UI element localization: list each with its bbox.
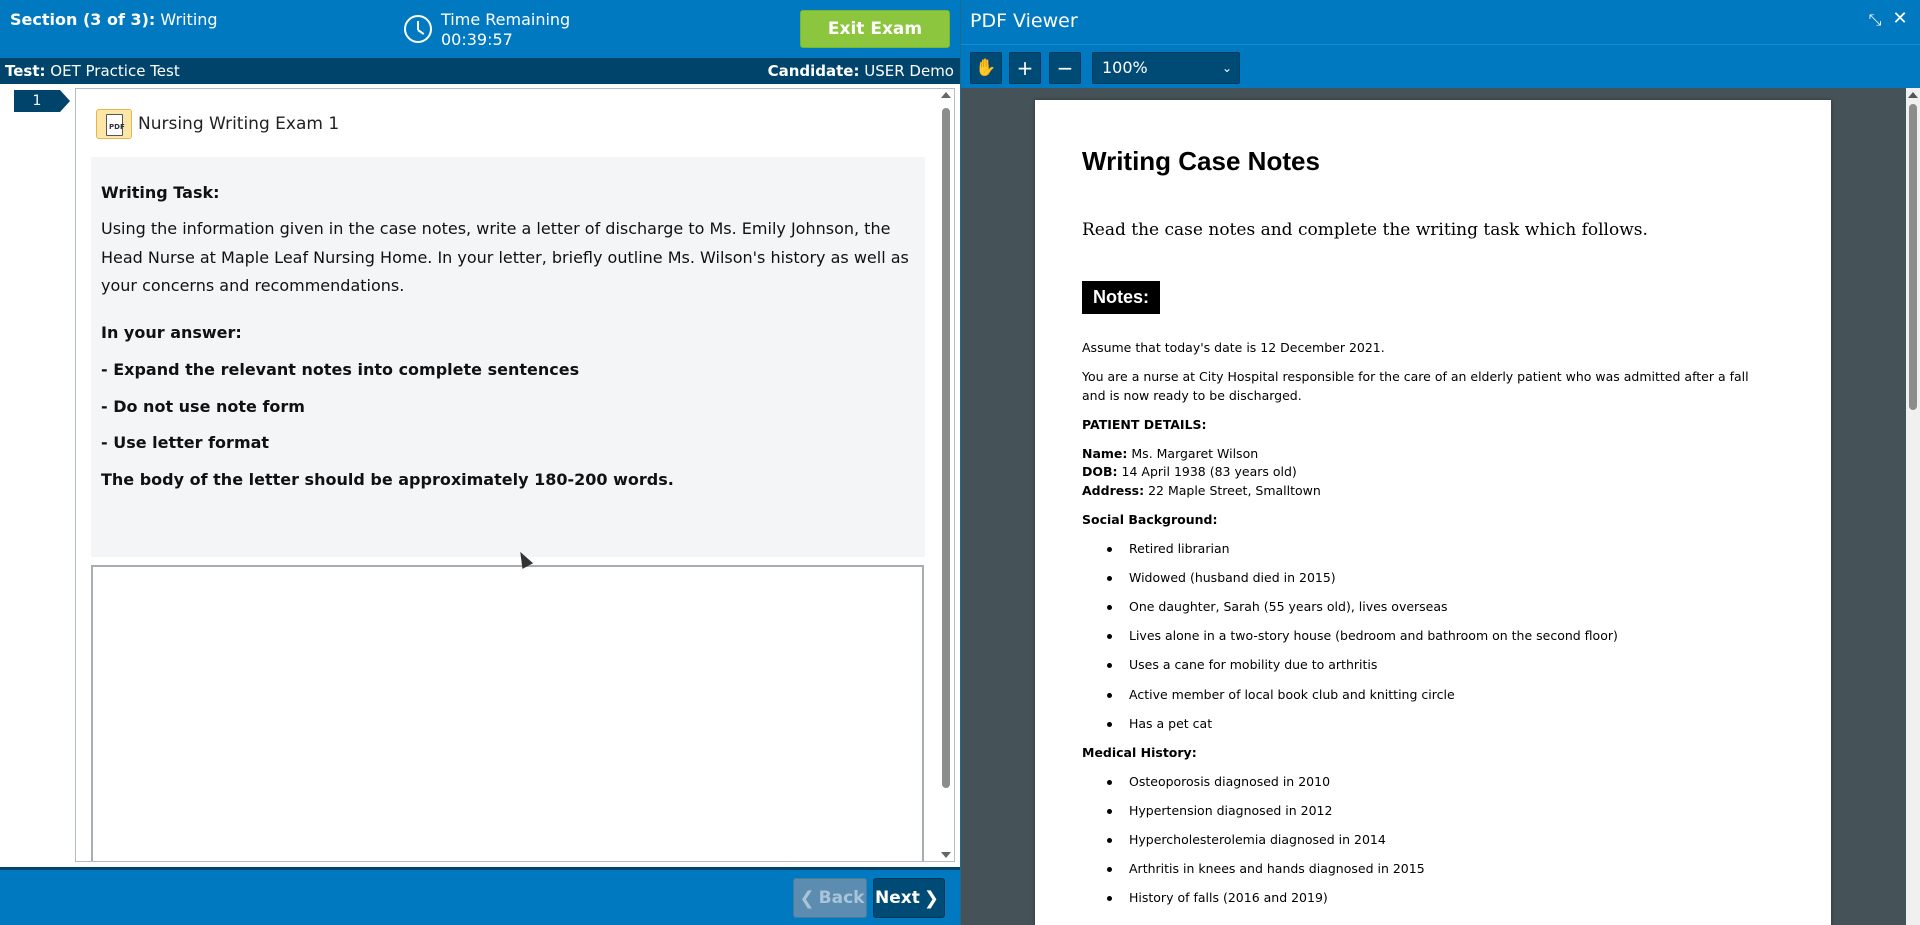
test-label: Test: — [5, 62, 46, 80]
pdf-doc-icon[interactable] — [96, 109, 132, 139]
list-item: Lives alone in a two-story house (bedroo… — [1082, 627, 1772, 646]
chevron-down-icon: ⌄ — [1221, 61, 1232, 75]
patient-name-row: Name: Ms. Margaret Wilson — [1082, 445, 1772, 464]
task-intro: Using the information given in the case … — [101, 219, 909, 295]
test-info: Test: OET Practice Test — [5, 58, 180, 84]
scroll-up-icon[interactable] — [941, 92, 951, 98]
pan-tool-button[interactable]: ✋ — [970, 52, 1002, 84]
zoom-out-button[interactable]: − — [1049, 52, 1081, 84]
instruction-item: - Use letter format — [101, 432, 270, 452]
patient-dob: 14 April 1938 (83 years old) — [1121, 464, 1297, 480]
pdf-viewer-title: PDF Viewer — [970, 10, 1078, 32]
next-label: Next — [875, 888, 920, 908]
question-panel: Nursing Writing Exam 1 Writing Task: Usi… — [75, 88, 955, 862]
back-label: Back — [818, 888, 865, 908]
task-heading: Writing Task: — [101, 183, 220, 202]
social-heading: Social Background: — [1082, 512, 1218, 528]
list-item: Widowed (husband died in 2015) — [1082, 569, 1772, 588]
medical-list: Osteoporosis diagnosed in 2010 Hypertens… — [1082, 773, 1772, 908]
pdf-viewer: PDF Viewer ⤡ ✕ ✋ + − 100% ⌄ Writing Case… — [961, 0, 1920, 925]
list-item: Uses a cane for mobility due to arthriti… — [1082, 656, 1772, 675]
chevron-left-icon: ❮ — [799, 887, 815, 909]
section-label: Section (3 of 3): Writing — [10, 10, 218, 29]
candidate-label: Candidate: — [767, 62, 860, 80]
patient-details: Name: Ms. Margaret Wilson DOB: 14 April … — [1082, 445, 1772, 501]
dob-label: DOB: — [1082, 464, 1118, 480]
minus-icon: − — [1056, 56, 1074, 80]
close-icon[interactable]: ✕ — [1890, 9, 1910, 29]
scroll-down-icon[interactable] — [941, 852, 951, 858]
list-item: Arthritis in knees and hands diagnosed i… — [1082, 860, 1772, 879]
hand-icon: ✋ — [975, 58, 997, 78]
list-item: Osteoporosis diagnosed in 2010 — [1082, 773, 1772, 792]
patient-address-row: Address: 22 Maple Street, Smalltown — [1082, 482, 1772, 501]
zoom-select[interactable]: 100% ⌄ — [1092, 52, 1240, 84]
task-instructions: Writing Task: Using the information give… — [91, 157, 925, 557]
clock-icon — [404, 15, 432, 43]
notes-label: Notes: — [1082, 281, 1161, 314]
patient-details-heading: PATIENT DETAILS: — [1082, 416, 1207, 432]
pdf-scrollbar[interactable] — [1906, 88, 1920, 925]
question-scrollbar[interactable] — [940, 92, 952, 858]
social-list: Retired librarian Widowed (husband died … — [1082, 540, 1772, 733]
date-line: Assume that today's date is 12 December … — [1082, 340, 1385, 355]
name-label: Name: — [1082, 445, 1128, 461]
time-remaining-label: Time Remaining — [441, 10, 571, 29]
instruction-item: - Expand the relevant notes into complet… — [101, 359, 580, 379]
page-heading: Writing Case Notes — [1082, 146, 1320, 176]
pdf-toolbar: ✋ + − 100% ⌄ — [961, 44, 1920, 88]
scroll-up-icon[interactable] — [1908, 92, 1918, 98]
exam-header: Section (3 of 3): Writing Time Remaining… — [0, 0, 960, 58]
zoom-value: 100% — [1102, 58, 1148, 77]
pdf-titlebar: PDF Viewer ⤡ ✕ — [961, 0, 1920, 44]
section-prefix: Section (3 of 3): — [10, 10, 156, 29]
exit-exam-button[interactable]: Exit Exam — [800, 10, 950, 48]
list-item: Hypercholesterolemia diagnosed in 2014 — [1082, 831, 1772, 850]
answer-textarea[interactable] — [91, 565, 924, 861]
document-link[interactable]: Nursing Writing Exam 1 — [96, 109, 339, 139]
instruction-item: - Do not use note form — [101, 396, 305, 416]
word-count-note: The body of the letter should be approxi… — [101, 469, 674, 489]
zoom-in-button[interactable]: + — [1009, 52, 1041, 84]
address-label: Address: — [1082, 482, 1145, 498]
notes-body: Assume that today's date is 12 December … — [1082, 339, 1772, 918]
context-line: You are a nurse at City Hospital respons… — [1082, 368, 1749, 403]
back-button[interactable]: ❮ Back — [793, 878, 867, 918]
time-remaining-value: 00:39:57 — [441, 30, 513, 49]
exam-footer: ❮ Back Next ❯ — [0, 867, 960, 925]
plus-icon: + — [1016, 56, 1034, 80]
candidate-name: USER Demo — [864, 62, 954, 80]
test-info-bar: Test: OET Practice Test Candidate: USER … — [0, 58, 960, 84]
answer-heading: In your answer: — [101, 322, 242, 342]
next-button[interactable]: Next ❯ — [873, 878, 945, 918]
collapse-icon[interactable]: ⤡ — [1865, 10, 1885, 30]
list-item: Active member of local book club and kni… — [1082, 686, 1772, 705]
list-item: History of falls (2016 and 2019) — [1082, 889, 1772, 908]
test-name: OET Practice Test — [50, 62, 180, 80]
question-number-tab[interactable]: 1 — [14, 90, 70, 112]
exam-pane: Section (3 of 3): Writing Time Remaining… — [0, 0, 960, 925]
section-name: Writing — [160, 10, 218, 29]
medical-heading: Medical History: — [1082, 744, 1197, 760]
list-item: Hypertension diagnosed in 2012 — [1082, 802, 1772, 821]
patient-name: Ms. Margaret Wilson — [1131, 445, 1259, 461]
candidate-info: Candidate: USER Demo — [768, 58, 954, 84]
page-intro: Read the case notes and complete the wri… — [1082, 220, 1648, 240]
scroll-thumb[interactable] — [942, 108, 950, 788]
list-item: Has a pet cat — [1082, 715, 1772, 734]
scroll-thumb[interactable] — [1909, 104, 1917, 410]
list-item: One daughter, Sarah (55 years old), live… — [1082, 598, 1772, 617]
patient-address: 22 Maple Street, Smalltown — [1148, 482, 1321, 498]
list-item: Retired librarian — [1082, 540, 1772, 559]
pdf-page: Writing Case Notes Read the case notes a… — [1035, 100, 1831, 925]
document-title[interactable]: Nursing Writing Exam 1 — [138, 114, 339, 134]
patient-dob-row: DOB: 14 April 1938 (83 years old) — [1082, 463, 1772, 482]
chevron-right-icon: ❯ — [923, 887, 939, 909]
